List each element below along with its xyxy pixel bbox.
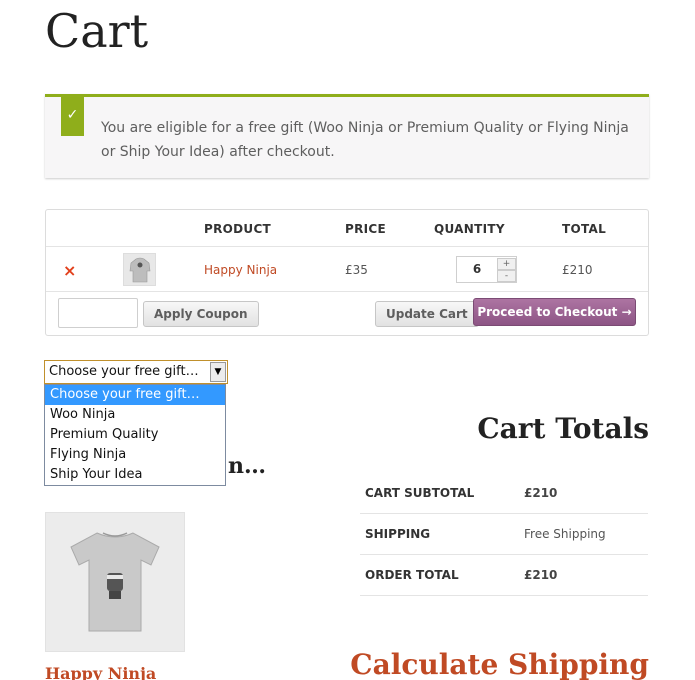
totals-value: £210 (524, 568, 558, 582)
notice-message: You are eligible for a free gift (Woo Ni… (101, 120, 629, 160)
proceed-to-checkout-button[interactable]: Proceed to Checkout → (473, 298, 636, 326)
quantity-decrease-button[interactable]: - (497, 270, 516, 282)
totals-label: ORDER TOTAL (365, 568, 459, 582)
update-cart-button[interactable]: Update Cart (375, 301, 479, 327)
header-product: PRODUCT (204, 222, 272, 236)
hoodie-icon (129, 257, 150, 282)
apply-coupon-button[interactable]: Apply Coupon (143, 301, 259, 327)
header-price: PRICE (345, 222, 387, 236)
cart-totals-heading: Cart Totals (477, 412, 649, 445)
totals-value: Free Shipping (524, 527, 606, 541)
gift-option-premium-quality[interactable]: Premium Quality (45, 425, 225, 445)
gift-option-woo-ninja[interactable]: Woo Ninja (45, 405, 225, 425)
remove-item-icon[interactable]: × (63, 261, 76, 280)
calculate-shipping-heading[interactable]: Calculate Shipping (350, 648, 649, 680)
gift-option-flying-ninja[interactable]: Flying Ninja (45, 445, 225, 465)
free-gift-selected-value: Choose your free gift… (49, 364, 199, 379)
totals-row-shipping: SHIPPING Free Shipping (360, 514, 648, 555)
quantity-increase-button[interactable]: + (497, 258, 516, 270)
totals-label: SHIPPING (365, 527, 431, 541)
totals-row-subtotal: CART SUBTOTAL £210 (360, 473, 648, 514)
free-gift-select[interactable]: Choose your free gift… ▼ (44, 360, 228, 384)
cross-sells-heading: n… (228, 453, 266, 479)
totals-row-order-total: ORDER TOTAL £210 (360, 555, 648, 596)
totals-label: CART SUBTOTAL (365, 486, 475, 500)
free-gift-dropdown[interactable]: Choose your free gift… Woo Ninja Premium… (44, 384, 226, 486)
gift-option-placeholder[interactable]: Choose your free gift… (45, 385, 225, 405)
line-total: £210 (562, 263, 593, 277)
tshirt-icon (70, 532, 160, 632)
totals-value: £210 (524, 486, 558, 500)
page-title: Cart (45, 4, 149, 58)
gift-eligibility-notice: ✓ You are eligible for a free gift (Woo … (45, 94, 649, 178)
header-total: TOTAL (562, 222, 607, 236)
check-icon: ✓ (61, 94, 84, 136)
product-name-link[interactable]: Happy Ninja (204, 263, 277, 277)
quantity-input[interactable]: 6 (457, 257, 497, 282)
header-quantity: QUANTITY (434, 222, 505, 236)
cross-sell-product-name[interactable]: Happy Ninja (45, 664, 156, 680)
chevron-down-icon[interactable]: ▼ (210, 362, 226, 382)
product-price: £35 (345, 263, 368, 277)
coupon-code-input[interactable] (58, 298, 138, 328)
quantity-stepper[interactable]: 6 + - (456, 256, 517, 283)
cross-sell-product-image[interactable] (45, 512, 185, 652)
gift-option-ship-your-idea[interactable]: Ship Your Idea (45, 465, 225, 485)
product-thumbnail[interactable] (123, 253, 156, 286)
cart-table: PRODUCT PRICE QUANTITY TOTAL × Happy Nin… (45, 209, 649, 336)
